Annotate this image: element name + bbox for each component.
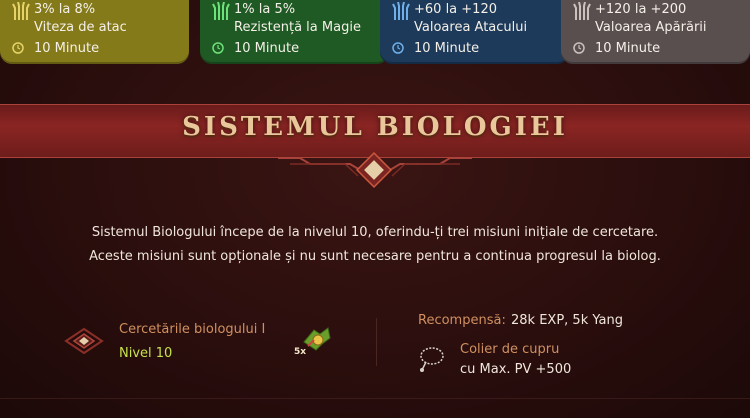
buff-card-attack-value: +60 la +120 Valoarea Atacului 10 Minute	[380, 0, 569, 64]
buff-cards: 3% la 8% Viteza de atac 10 Minute 1% la …	[0, 0, 750, 70]
quest-name[interactable]: Cercetările biologului I	[119, 322, 265, 337]
claw-icon	[12, 2, 30, 20]
column-divider	[376, 318, 377, 366]
buff-stat: Valoarea Apărării	[595, 20, 707, 35]
buff-card-magic-resistance: 1% la 5% Rezistență la Magie 10 Minute	[200, 0, 389, 64]
reward-item-bonus: cu Max. PV +500	[460, 362, 572, 377]
necklace-icon[interactable]	[418, 344, 448, 374]
ornament-divider	[278, 151, 472, 189]
clock-icon	[212, 42, 224, 54]
clock-icon	[12, 42, 24, 54]
buff-card-attack-speed: 3% la 8% Viteza de atac 10 Minute	[0, 0, 189, 64]
quest-level: Nivel 10	[119, 346, 173, 361]
claw-icon	[573, 2, 591, 20]
claw-icon	[212, 2, 230, 20]
clock-icon	[392, 42, 404, 54]
claw-icon	[392, 2, 410, 20]
buff-range: 3% la 8%	[34, 2, 96, 17]
section-title: SISTEMUL BIOLOGIEI	[182, 112, 568, 142]
reward-label: Recompensă:	[418, 313, 506, 328]
row-separator	[0, 398, 750, 399]
reward-item-name: Colier de cupru	[460, 342, 560, 357]
buff-stat: Viteza de atac	[34, 20, 127, 35]
buff-duration: 10 Minute	[595, 41, 661, 56]
item-count: 5x	[294, 347, 307, 357]
description-line-2: Aceste misiuni sunt opționale și nu sunt…	[89, 249, 661, 264]
buff-range: +60 la +120	[414, 2, 497, 17]
buff-card-defense-value: +120 la +200 Valoarea Apărării 10 Minute	[561, 0, 750, 64]
buff-duration: 10 Minute	[234, 41, 300, 56]
buff-range: +120 la +200	[595, 2, 687, 17]
clock-icon	[573, 42, 585, 54]
description-line-1: Sistemul Biologului începe de la nivelul…	[91, 225, 659, 240]
quest-marker-icon	[64, 327, 104, 355]
buff-stat: Rezistență la Magie	[234, 20, 361, 35]
reward-value: 28k EXP, 5k Yang	[511, 313, 623, 328]
buff-stat: Valoarea Atacului	[414, 20, 528, 35]
buff-duration: 10 Minute	[34, 41, 100, 56]
buff-duration: 10 Minute	[414, 41, 480, 56]
buff-range: 1% la 5%	[234, 2, 296, 17]
